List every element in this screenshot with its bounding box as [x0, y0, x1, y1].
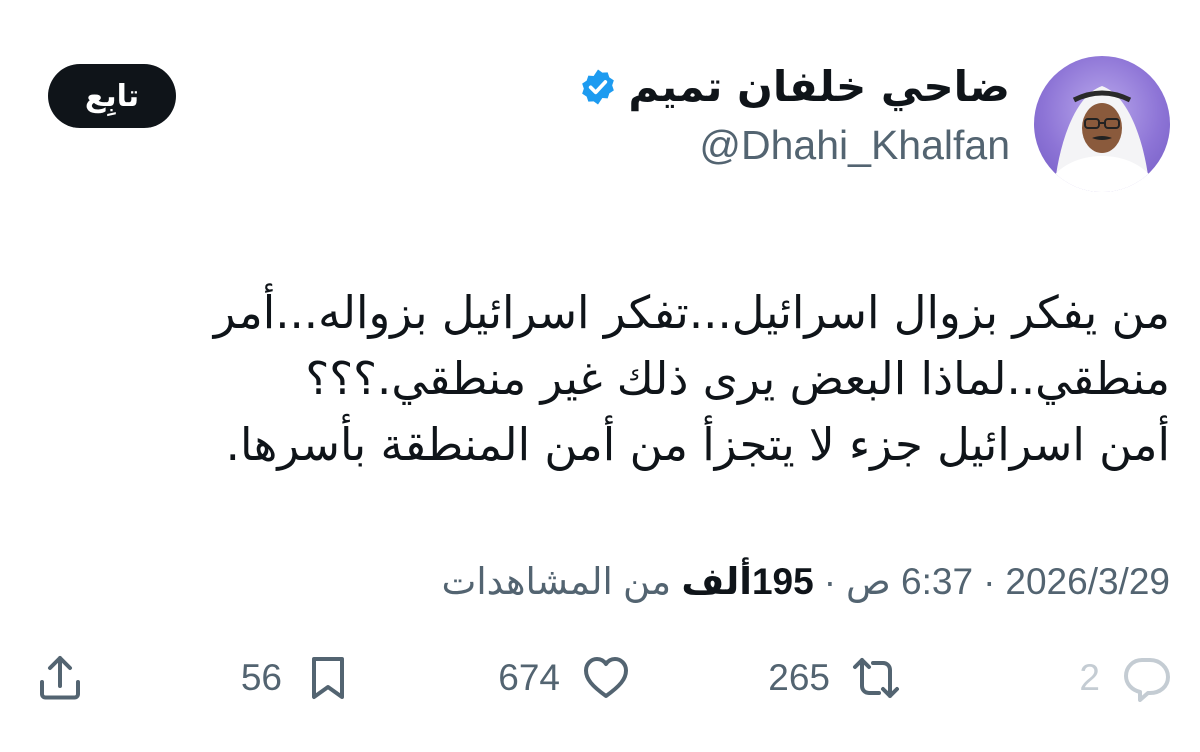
- display-name-row: ضاحي خلفان تميم: [578, 62, 1010, 112]
- views-unit: ألف: [681, 561, 752, 602]
- verified-badge-icon[interactable]: [578, 67, 618, 107]
- follow-button[interactable]: تابِع: [48, 64, 176, 128]
- share-icon: [40, 656, 80, 700]
- tweet-meta: 2026/3/29 · 6:37 ص · 195ألف من المشاهدات: [442, 560, 1171, 603]
- retweet-count: 265: [768, 657, 830, 698]
- like-button[interactable]: 674: [498, 654, 630, 702]
- tweet-date[interactable]: 2026/3/29: [1005, 561, 1170, 603]
- bookmark-button[interactable]: 56: [241, 654, 352, 702]
- tweet-card: ضاحي خلفان تميم @Dhahi_Khalfan تابِع من …: [0, 0, 1200, 752]
- tweet-time[interactable]: 6:37 ص: [846, 560, 973, 603]
- meta-separator: ·: [983, 560, 996, 602]
- reply-icon: [1124, 658, 1170, 702]
- share-button[interactable]: [36, 654, 84, 702]
- bookmark-icon: [312, 657, 344, 699]
- reply-count: 2: [1079, 657, 1100, 698]
- action-bar: 2 265 674 56: [0, 654, 1200, 718]
- retweet-button[interactable]: 265: [768, 654, 900, 702]
- meta-separator: ·: [823, 560, 837, 602]
- heart-icon: [584, 657, 628, 698]
- views-count: 195: [751, 561, 814, 602]
- retweet-icon: [853, 658, 899, 698]
- author-handle[interactable]: @Dhahi_Khalfan: [578, 122, 1010, 169]
- bookmark-count: 56: [240, 657, 282, 698]
- views[interactable]: 195ألف من المشاهدات: [442, 560, 814, 603]
- like-count: 674: [498, 657, 560, 698]
- reply-button[interactable]: 2: [1079, 654, 1170, 702]
- author-display-name[interactable]: ضاحي خلفان تميم: [628, 62, 1010, 112]
- author-avatar[interactable]: [1034, 56, 1170, 192]
- views-label: من المشاهدات: [441, 561, 672, 602]
- author-block: ضاحي خلفان تميم @Dhahi_Khalfan: [578, 62, 1010, 169]
- tweet-text: من يفكر بزوال اسرائيل...تفكر اسرائيل بزو…: [213, 286, 1170, 471]
- avatar-portrait-icon: [1044, 86, 1160, 192]
